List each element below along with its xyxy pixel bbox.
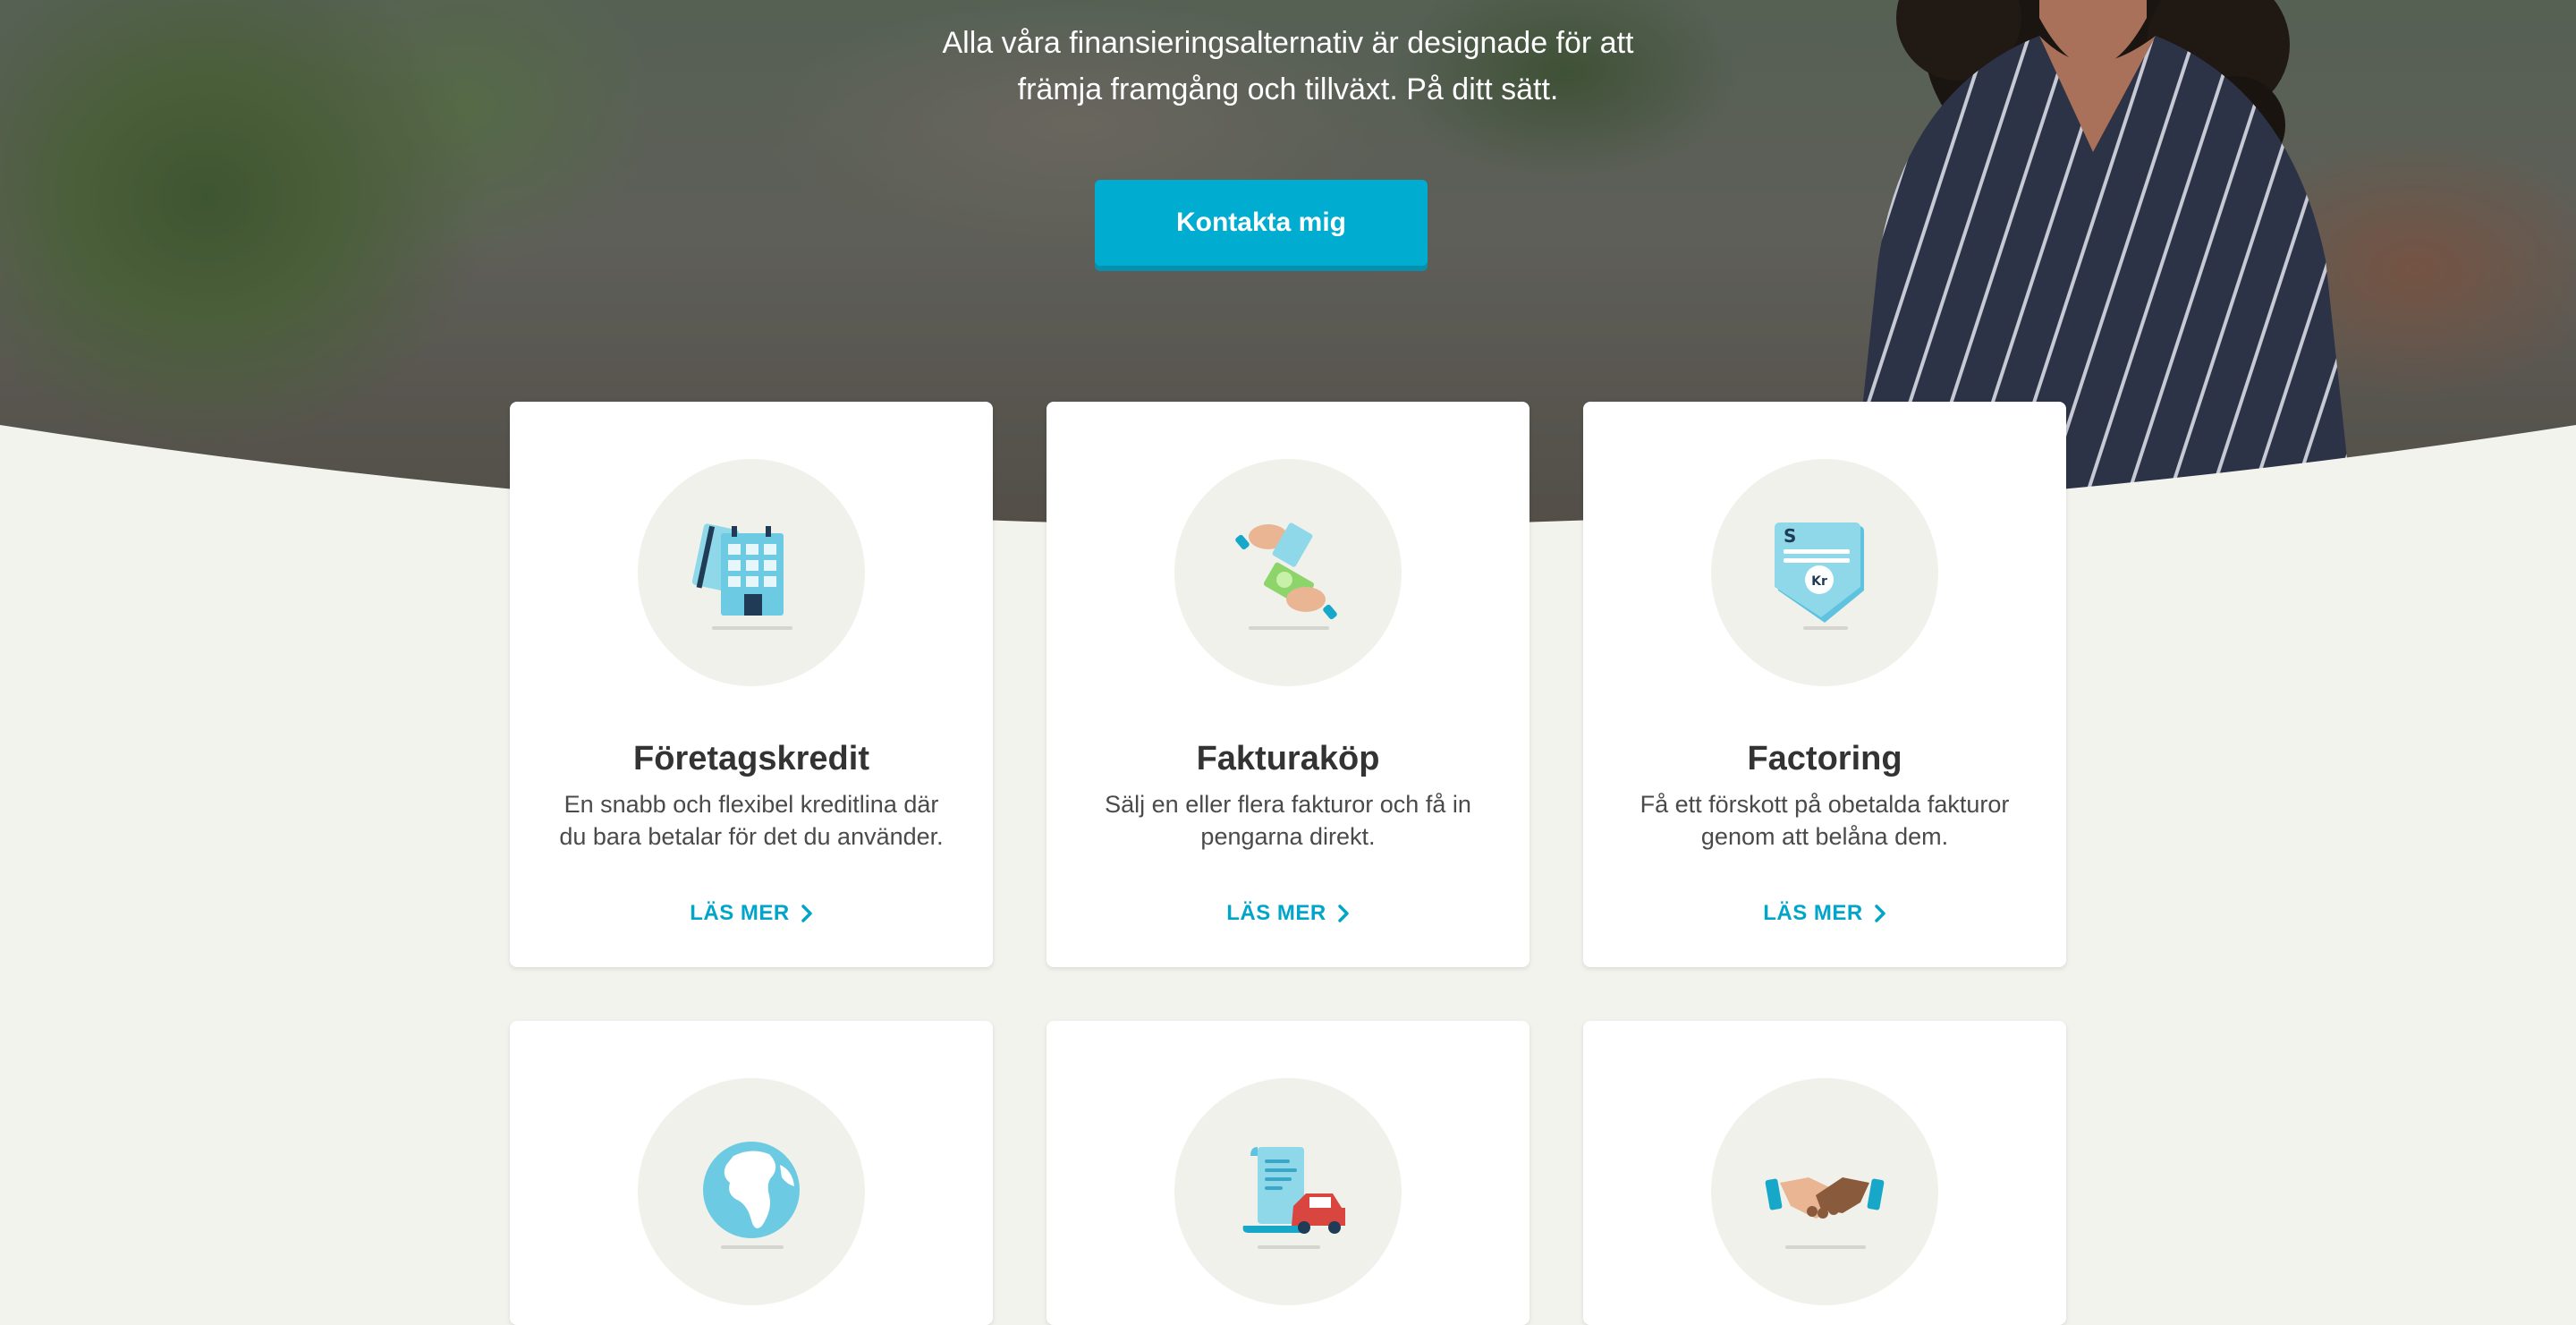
card-description-line2: pengarna direkt. [1200,823,1376,850]
chevron-right-icon [801,905,812,922]
building-card-icon [691,523,792,630]
card-description: Få ett förskott på obetalda fakturor gen… [1610,788,2039,853]
icon-circle: S Kr [1711,459,1938,686]
icon-circle [638,459,865,686]
card-title: Factoring [1747,740,1902,777]
card-description-line2: genom att belåna dem. [1700,823,1949,850]
svg-text:S: S [1784,525,1796,547]
card-title: Företagskredit [633,740,869,777]
card-international[interactable] [510,1021,993,1325]
read-more-link[interactable]: LÄS MER [1583,901,2066,926]
read-more-link[interactable]: LÄS MER [510,901,993,926]
chevron-right-icon [1338,905,1349,922]
card-description-line1: Få ett förskott på obetalda fakturor [1640,791,2010,818]
icon-circle [1174,1078,1402,1305]
card-leasing[interactable] [1046,1021,1530,1325]
read-more-label: LÄS MER [690,901,790,925]
hero-subtitle: Alla våra finansieringsalternativ är des… [0,20,2576,113]
card-description: Sälj en eller flera fakturor och få in p… [1073,788,1503,853]
hero-subtitle-line2: främja framgång och tillväxt. På ditt sä… [1017,72,1559,106]
card-factoring[interactable]: S Kr Factoring Få ett förskott på obetal… [1583,402,2066,967]
read-more-link[interactable]: LÄS MER [1046,901,1530,926]
card-description: En snabb och flexibel kreditlina där du … [537,788,966,853]
read-more-label: LÄS MER [1763,901,1863,925]
card-description-line1: En snabb och flexibel kreditlina där [564,791,939,818]
handshake-icon [1765,1177,1885,1249]
hero-subtitle-line1: Alla våra finansieringsalternativ är des… [942,26,1634,60]
invoice-kr-tag-icon: S Kr [1775,522,1864,630]
card-partnership[interactable] [1583,1021,2066,1325]
icon-circle [1174,459,1402,686]
card-description-line1: Sälj en eller flera fakturor och få in [1105,791,1471,818]
card-description-line2: du bara betalar för det du använder. [559,823,944,850]
card-title: Fakturaköp [1196,740,1380,777]
icon-circle [638,1078,865,1305]
contact-me-button[interactable]: Kontakta mig [1095,180,1428,266]
svg-text:Kr: Kr [1811,574,1827,589]
chevron-right-icon [1875,905,1885,922]
card-fakturakop[interactable]: Fakturaköp Sälj en eller flera fakturor … [1046,402,1530,967]
globe-icon [703,1142,800,1249]
card-foretagskredit[interactable]: Företagskredit En snabb och flexibel kre… [510,402,993,967]
icon-circle [1711,1078,1938,1305]
invoice-money-exchange-icon [1235,522,1337,630]
document-car-icon [1242,1147,1345,1249]
read-more-label: LÄS MER [1226,901,1326,925]
